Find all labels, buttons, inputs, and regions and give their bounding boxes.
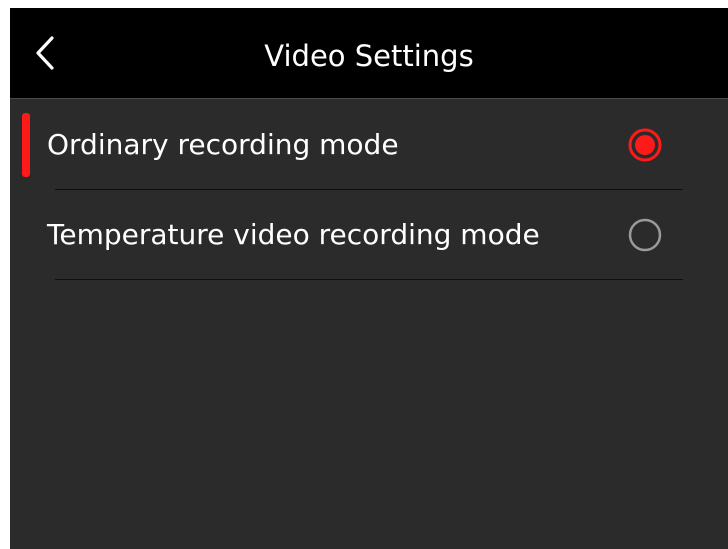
option-label: Ordinary recording mode: [47, 128, 399, 161]
divider: [55, 279, 683, 280]
option-ordinary-recording-mode[interactable]: Ordinary recording mode: [10, 100, 728, 190]
video-settings-screen: Video Settings Ordinary recording mode T…: [10, 8, 728, 549]
focus-indicator: [22, 113, 30, 177]
header-bar: Video Settings: [10, 8, 728, 99]
page-title: Video Settings: [264, 39, 474, 73]
back-button[interactable]: [26, 32, 66, 74]
chevron-left-icon: [36, 36, 54, 70]
radio-unchecked-icon: [628, 218, 662, 252]
radio-selected[interactable]: [628, 128, 662, 162]
radio-checked-icon: [628, 128, 662, 162]
option-temperature-video-recording-mode[interactable]: Temperature video recording mode: [10, 190, 728, 280]
radio-unselected[interactable]: [628, 218, 662, 252]
option-label: Temperature video recording mode: [47, 218, 540, 251]
